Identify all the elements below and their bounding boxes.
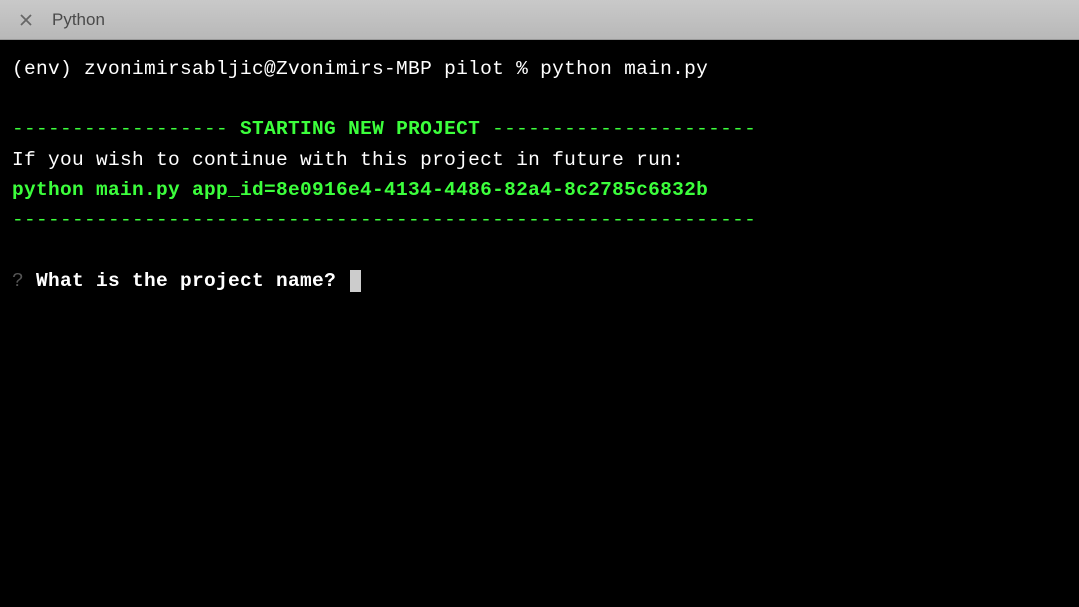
question-mark-icon: ?: [12, 270, 24, 292]
project-header-line: ------------------ STARTING NEW PROJECT …: [12, 114, 1067, 144]
bottom-dashes-line: ----------------------------------------…: [12, 205, 1067, 235]
header-title: STARTING NEW PROJECT: [240, 118, 480, 140]
shell-prompt-line: (env) zvonimirsabljic@Zvonimirs-MBP pilo…: [12, 54, 1067, 84]
cursor-icon: [350, 270, 361, 292]
continue-cmd-line: python main.py app_id=8e0916e4-4134-4486…: [12, 175, 1067, 205]
close-icon[interactable]: [18, 12, 34, 28]
title-bar: Python: [0, 0, 1079, 40]
question-line: ? What is the project name?: [12, 266, 1067, 296]
header-dash-left: ------------------: [12, 118, 240, 140]
window-title: Python: [52, 10, 105, 30]
terminal-output[interactable]: (env) zvonimirsabljic@Zvonimirs-MBP pilo…: [0, 40, 1079, 607]
continue-msg-line: If you wish to continue with this projec…: [12, 145, 1067, 175]
header-dash-right: ----------------------: [480, 118, 756, 140]
question-text: What is the project name?: [24, 270, 348, 292]
blank-line: [12, 235, 1067, 265]
blank-line: [12, 84, 1067, 114]
